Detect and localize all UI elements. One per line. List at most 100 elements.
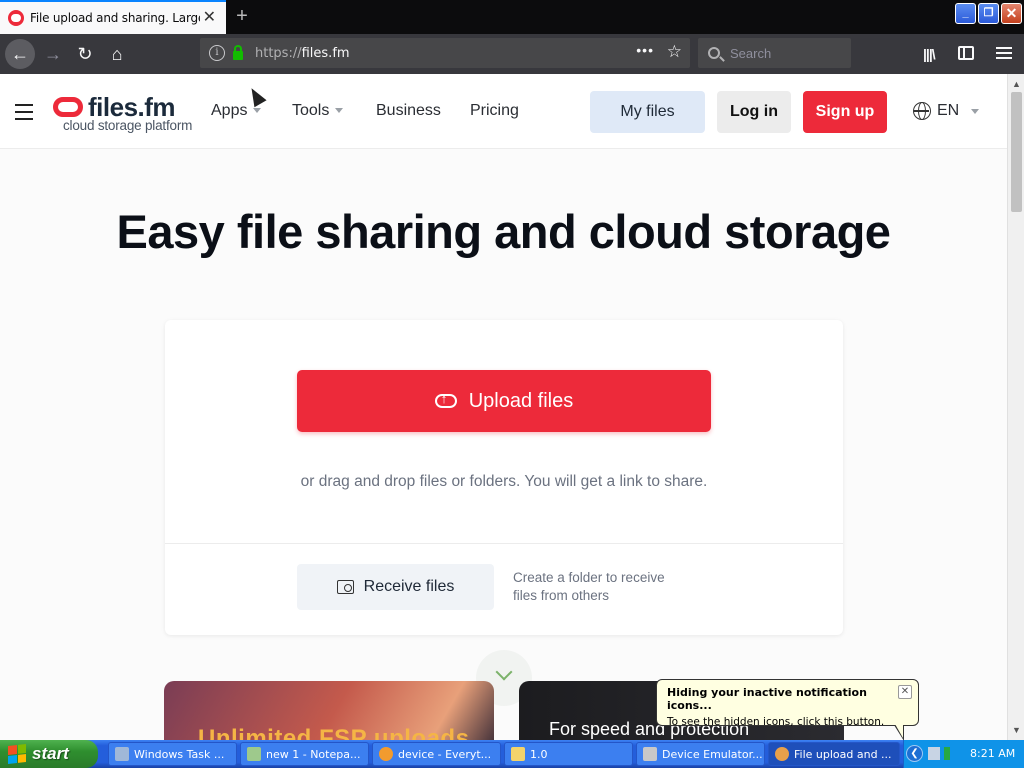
nav-tools-label: Tools (292, 102, 330, 119)
task-windows-task-manager[interactable]: Windows Task ... (108, 742, 237, 766)
start-button[interactable]: start (0, 740, 98, 768)
receive-files-hint: Create a folder to receive files from ot… (513, 570, 665, 603)
hamburger-menu-icon[interactable] (15, 104, 33, 125)
receive-files-label: Receive files (363, 578, 455, 595)
nav-tools[interactable]: Tools (292, 102, 344, 120)
status-icon[interactable] (944, 747, 950, 760)
chevron-down-icon (253, 108, 262, 114)
promo-left-title: Unlimited FSP uploads (198, 725, 470, 740)
network-icon[interactable] (928, 747, 940, 760)
tab-close-icon[interactable]: ✕ (203, 10, 216, 26)
notification-balloon: Hiding your inactive notification icons.… (656, 679, 919, 741)
chevron-down-icon (335, 108, 344, 114)
balloon-tail (894, 724, 904, 741)
secure-lock-icon (233, 44, 243, 60)
library-icon[interactable]: |||\ (923, 46, 936, 62)
new-tab-button[interactable]: + (231, 6, 253, 28)
forward-arrow-icon[interactable]: → (38, 39, 68, 69)
chevron-down-icon (971, 108, 980, 114)
hero-title: Easy file sharing and cloud storage (116, 205, 891, 258)
scrollbar-thumb[interactable] (1011, 92, 1022, 212)
language-selector[interactable]: EN (913, 102, 980, 120)
task-firefox[interactable]: File upload and ... (768, 742, 900, 766)
scroll-down-arrow-icon[interactable]: ▼ (1009, 722, 1024, 738)
files-fm-logo[interactable]: files.fm cloud storage platform (52, 92, 193, 134)
windows-flag-icon (8, 744, 26, 764)
chevron-down-icon (495, 663, 513, 681)
reload-icon[interactable]: ↻ (70, 39, 100, 69)
notification-title: Hiding your inactive notification icons.… (667, 686, 867, 712)
scroll-up-arrow-icon[interactable]: ▲ (1009, 76, 1024, 92)
language-label: EN (937, 102, 960, 119)
notification-body: To see the hidden icons, click this butt… (667, 716, 885, 728)
folder-receive-icon (336, 580, 354, 594)
browser-tab-strip: File upload and sharing. Large file ✕ + … (0, 0, 1024, 34)
clock: 8:21 AM (970, 747, 1016, 760)
logo-cloud-icon (53, 97, 83, 117)
cloud-upload-icon (434, 391, 457, 408)
close-icon[interactable]: ✕ (898, 685, 912, 699)
show-hidden-icons-button[interactable]: ❮ (906, 745, 923, 762)
my-files-button[interactable]: My files (590, 91, 705, 133)
firefox-icon (775, 747, 789, 761)
site-info-icon[interactable]: i (209, 45, 225, 61)
magnifier-icon (379, 747, 393, 761)
nav-apps-label: Apps (211, 102, 248, 119)
task-manager-icon (115, 747, 129, 761)
url-host: files.fm (301, 45, 350, 61)
bookmark-star-icon[interactable]: ☆ (667, 42, 682, 62)
task-label: device - Everyt... (398, 747, 492, 761)
signup-button[interactable]: Sign up (803, 91, 887, 133)
task-everything[interactable]: device - Everyt... (372, 742, 501, 766)
window-controls: _ ❐ ✕ (955, 3, 1022, 24)
files-fm-favicon-icon (8, 10, 24, 26)
task-label: Windows Task ... (134, 747, 225, 761)
start-label: start (32, 744, 69, 763)
upload-files-label: Upload files (468, 389, 574, 412)
search-icon (708, 47, 720, 59)
menu-icon[interactable] (996, 47, 1012, 62)
device-emulator-icon (643, 747, 657, 761)
url-text[interactable]: https://files.fm (255, 46, 350, 61)
back-arrow-icon[interactable]: ← (5, 39, 35, 69)
nav-business[interactable]: Business (376, 102, 441, 120)
nav-pricing[interactable]: Pricing (470, 102, 519, 120)
task-label: 1.0 (530, 747, 548, 761)
page-viewport: files.fm cloud storage platform Apps Too… (0, 74, 1007, 740)
task-label: new 1 - Notepa... (266, 747, 361, 761)
upload-files-button[interactable]: Upload files (297, 370, 711, 432)
maximize-button[interactable]: ❐ (978, 3, 999, 24)
upload-card: Upload files or drag and drop files or f… (165, 320, 843, 635)
logo-tagline: cloud storage platform (63, 118, 193, 133)
search-placeholder: Search (730, 45, 772, 61)
browser-toolbar: ← → ↻ ⌂ i https://files.fm ••• ☆ Search … (0, 34, 1024, 74)
url-protocol: https:// (255, 45, 302, 61)
browser-tab-active[interactable]: File upload and sharing. Large file ✕ (0, 0, 226, 34)
divider (165, 543, 843, 544)
page-scrollbar[interactable]: ▲ ▼ (1007, 74, 1024, 740)
close-window-button[interactable]: ✕ (1001, 3, 1022, 24)
system-tray: ❮ 8:21 AM (903, 740, 1024, 768)
nav-pricing-label: Pricing (470, 102, 519, 119)
taskbar: start Windows Task ... new 1 - Notepa...… (0, 740, 1024, 768)
sidebar-toggle-icon[interactable] (958, 46, 974, 60)
task-label: Device Emulator... (662, 747, 763, 761)
home-icon[interactable]: ⌂ (102, 39, 132, 69)
page-actions-icon[interactable]: ••• (636, 42, 654, 58)
nav-business-label: Business (376, 102, 441, 119)
login-button[interactable]: Log in (717, 91, 791, 133)
tab-title: File upload and sharing. Large file (30, 11, 200, 25)
search-input[interactable]: Search (698, 38, 851, 68)
task-label: File upload and ... (794, 747, 892, 761)
globe-icon (913, 102, 931, 120)
url-bar[interactable]: i https://files.fm ••• ☆ (200, 38, 690, 68)
notepad-icon (247, 747, 261, 761)
promo-card-left[interactable]: Unlimited FSP uploads (164, 681, 494, 740)
task-device-emulator[interactable]: Device Emulator... (636, 742, 765, 766)
drag-drop-hint: or drag and drop files or folders. You w… (300, 473, 708, 490)
task-notepad[interactable]: new 1 - Notepa... (240, 742, 369, 766)
receive-files-button[interactable]: Receive files (297, 564, 494, 610)
site-header: files.fm cloud storage platform Apps Too… (0, 74, 1007, 149)
minimize-button[interactable]: _ (955, 3, 976, 24)
task-folder[interactable]: 1.0 (504, 742, 633, 766)
